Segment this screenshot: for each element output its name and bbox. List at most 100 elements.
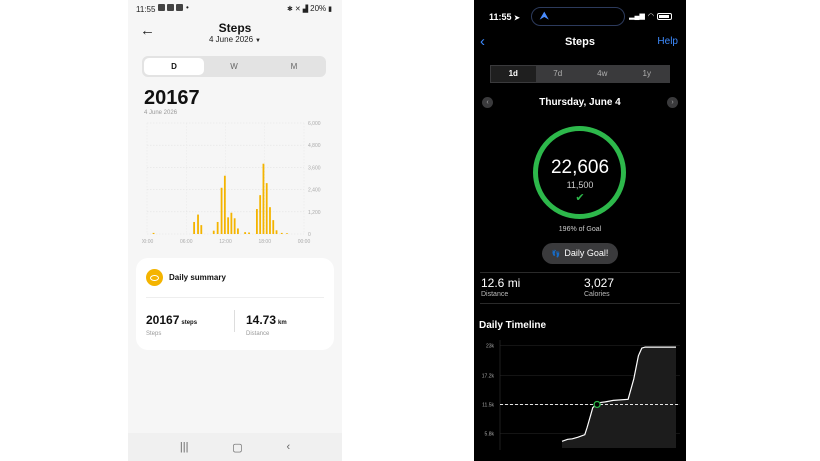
step-bar — [248, 232, 250, 234]
cellular-signal-icon: ▂▄▆ — [629, 13, 645, 20]
bluetooth-icon: ✱ — [286, 5, 293, 13]
home-icon[interactable]: ▢ — [232, 441, 242, 454]
distance-label: Distance — [481, 291, 509, 298]
date-selector-label: 4 June 2026 — [209, 35, 254, 44]
divider — [234, 310, 235, 332]
step-bar — [259, 195, 262, 234]
daily-summary-card[interactable]: Daily summary 20167 steps Steps 14.73 km D… — [136, 258, 334, 350]
step-bar — [233, 218, 236, 234]
status-time: 11:55 ➤ — [489, 12, 520, 22]
gallery-icon — [158, 4, 165, 11]
distance-value: 12.6 mi — [481, 276, 521, 290]
tab-1d[interactable]: 1d — [491, 66, 536, 82]
mute-icon: ✕ — [294, 5, 301, 13]
distance-label: Distance — [246, 331, 270, 337]
step-bar — [223, 175, 226, 234]
x-tick-label: 06:00 — [180, 239, 193, 245]
caret-down-icon: ▼ — [255, 38, 261, 44]
step-bar — [152, 232, 155, 234]
step-bar — [197, 214, 199, 234]
checkmark-icon: ✔ — [575, 192, 585, 204]
step-bar — [237, 228, 239, 234]
footprints-icon: 👣 — [551, 251, 561, 258]
calories-stat: 3,027 Calories — [584, 276, 614, 298]
step-bar — [286, 233, 288, 234]
step-bar — [272, 220, 275, 234]
goal-percent: 196% of Goal — [558, 226, 602, 233]
daily-timeline-chart: 23k 17.2k 11.5k 5.8k — [482, 340, 680, 450]
steps-value: 22,606 — [550, 157, 610, 178]
y-tick-label: 1,200 — [308, 210, 321, 216]
steps-unit: steps — [181, 320, 198, 326]
date-selector[interactable]: 4 June 2026 ▼ — [128, 35, 342, 44]
status-bar: 11:55 ➤ ⮝ ▂▄▆ ◠ — [474, 0, 686, 32]
calories-label: Calories — [584, 291, 610, 298]
page-title: Steps — [218, 21, 252, 35]
step-bar — [244, 232, 247, 234]
tab-week[interactable]: W — [204, 58, 264, 75]
x-tick-label: 18:00 — [258, 239, 271, 245]
timeline-area — [562, 347, 676, 448]
dynamic-island[interactable]: ⮝ — [531, 7, 625, 26]
step-bar — [265, 183, 268, 234]
day-label: Thursday, June 4 — [539, 97, 621, 108]
y-tick-label: 3,600 — [308, 165, 321, 171]
y-tick-label: 17.2k — [482, 373, 495, 379]
distance-stat: 12.6 mi Distance — [481, 276, 520, 298]
timeline-title: Daily Timeline — [479, 320, 547, 331]
y-tick-label: 5.8k — [485, 432, 495, 438]
tab-4w[interactable]: 4w — [580, 66, 625, 82]
status-time: 11:55 — [136, 5, 156, 14]
x-tick-label: 00:00 — [142, 239, 153, 245]
battery-icon — [657, 12, 672, 20]
period-tabs: 1d 7d 4w 1y — [490, 65, 670, 83]
android-steps-screen: 11:55 • ✱ ✕ ▟ 20% ▮ ← Steps 4 June 2026 ▼… — [128, 0, 342, 461]
system-icons: ▂▄▆ ◠ — [629, 12, 672, 20]
navigation-arrow-icon: ⮝ — [540, 11, 549, 22]
distance-metric: 14.73 km Distance — [246, 311, 287, 337]
y-tick-label: 4,800 — [308, 143, 321, 149]
back-icon[interactable]: ‹ — [286, 441, 290, 453]
hourly-steps-chart: 6,0004,8003,6002,4001,200000:00 06:00 12:0… — [142, 121, 321, 245]
battery-percent: 20% — [310, 4, 327, 13]
summary-header: Daily summary — [146, 269, 226, 286]
step-bar — [220, 187, 223, 234]
x-tick-label: 00:00 — [298, 239, 311, 245]
battery-icon: ▮ — [328, 5, 332, 13]
x-tick-label: 12:00 — [219, 239, 232, 245]
step-bar — [227, 217, 230, 234]
y-tick-label: 2,400 — [308, 188, 321, 194]
summary-title: Daily summary — [169, 273, 226, 282]
wifi-icon: ◠ — [647, 13, 654, 20]
location-arrow-icon: ➤ — [514, 15, 520, 22]
tab-month[interactable]: M — [264, 58, 324, 75]
tab-day[interactable]: D — [144, 58, 204, 75]
tab-1y[interactable]: 1y — [625, 66, 670, 82]
notification-icons — [158, 4, 183, 11]
more-notifications-icon: • — [186, 3, 189, 12]
signal-icon: ▟ — [302, 5, 309, 13]
daily-goal-label: Daily Goal! — [564, 248, 609, 258]
step-bar — [212, 230, 215, 234]
divider — [480, 272, 680, 273]
next-day-button[interactable]: › — [667, 97, 678, 108]
step-bar — [216, 221, 219, 234]
system-icons: ✱ ✕ ▟ 20% ▮ — [287, 4, 332, 13]
y-tick-label: 11.5k — [482, 402, 494, 408]
steps-label: Steps — [146, 331, 162, 337]
step-bar — [256, 209, 258, 234]
y-tick-label: 23k — [486, 344, 495, 350]
help-button[interactable]: Help — [657, 36, 678, 47]
tab-7d[interactable]: 7d — [536, 66, 581, 82]
status-bar: 11:55 • ✱ ✕ ▟ 20% ▮ — [128, 0, 342, 18]
distance-unit: km — [278, 320, 287, 326]
divider — [146, 297, 324, 298]
ios-steps-screen: 11:55 ➤ ⮝ ▂▄▆ ◠ ‹ Steps Help 1d 7d 4w 1y… — [474, 0, 686, 461]
distance-value: 14.73 — [246, 313, 277, 327]
recents-icon[interactable]: ||| — [180, 441, 189, 453]
page-title: Steps — [565, 36, 595, 48]
y-tick-label: 0 — [308, 232, 311, 238]
android-nav-bar: ||| ▢ ‹ — [128, 433, 342, 461]
daily-goal-badge[interactable]: 👣 Daily Goal! — [542, 243, 618, 264]
period-tabs: D W M — [142, 56, 326, 77]
